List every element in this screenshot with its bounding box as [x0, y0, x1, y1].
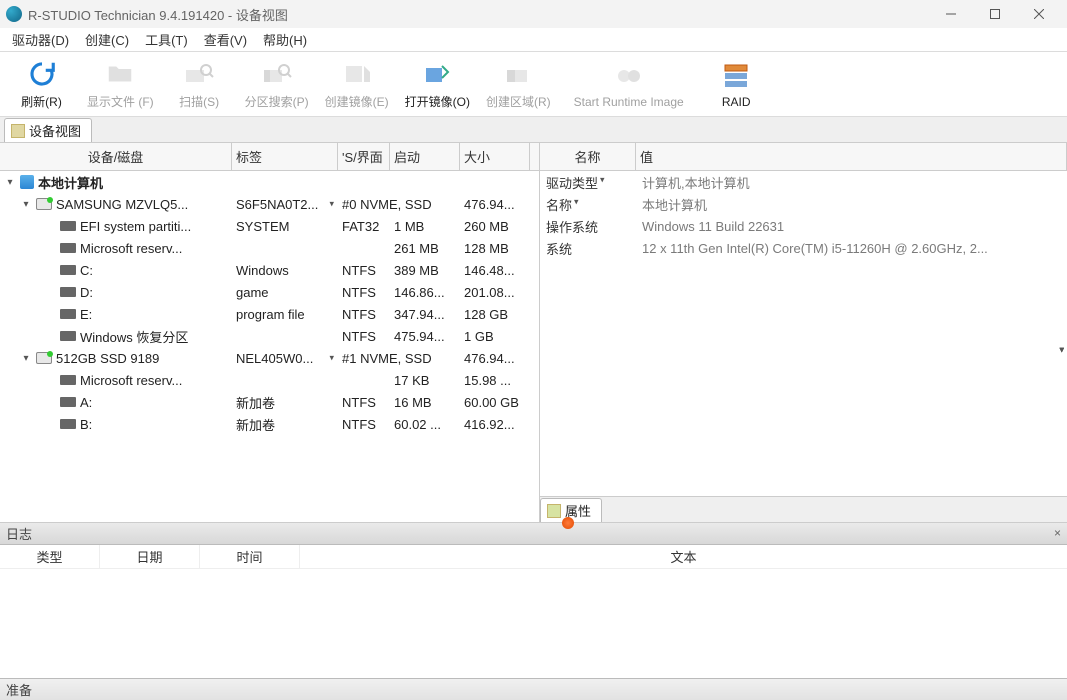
properties-panel: 名称 值 驱动类型▾ 计算机,本地计算机 名称▾ 本地计算机 操作系统 Wind… — [540, 143, 1067, 522]
tree-partition[interactable]: D:▾ game NTFS 146.86... 201.08... — [0, 281, 539, 303]
menu-create[interactable]: 创建(C) — [77, 28, 137, 51]
property-row[interactable]: 系统 12 x 11th Gen Intel(R) Core(TM) i5-11… — [540, 237, 1067, 259]
menu-view[interactable]: 查看(V) — [196, 28, 255, 51]
start-runtime-image-button[interactable]: Start Runtime Image — [559, 58, 699, 111]
volume-icon — [60, 265, 76, 275]
tree-disk[interactable]: ▾SAMSUNG MZVLQ5... S6F5NA0T2...▾ #0 NVME… — [0, 193, 539, 215]
tree-root[interactable]: ▾本地计算机 — [0, 171, 539, 193]
expand-icon[interactable]: ▾ — [4, 177, 16, 188]
tree-partition[interactable]: A:▾ 新加卷 NTFS 16 MB 60.00 GB — [0, 391, 539, 413]
log-body[interactable] — [0, 569, 1067, 673]
tree-partition[interactable]: Windows 恢复分区▾ NTFS 475.94... 1 GB — [0, 325, 539, 347]
col-prop-name[interactable]: 名称 — [540, 143, 636, 170]
tree-partition[interactable]: C:▾ Windows NTFS 389 MB 146.48... — [0, 259, 539, 281]
volume-icon — [60, 397, 76, 407]
partition-search-icon — [261, 58, 293, 90]
disk-icon — [36, 198, 52, 210]
refresh-button[interactable]: 刷新(R) — [4, 56, 79, 112]
open-image-button[interactable]: 打开镜像(O) — [397, 56, 478, 112]
scan-icon — [183, 58, 215, 90]
menu-help[interactable]: 帮助(H) — [255, 28, 315, 51]
volume-icon — [60, 287, 76, 297]
tab-device-view[interactable]: 设备视图 — [4, 118, 92, 142]
folder-icon — [104, 58, 136, 90]
show-files-button[interactable]: 显示文件 (F) — [79, 56, 162, 112]
device-grid-header: 设备/磁盘 标签 'S/界面 启动 大小 — [0, 143, 539, 171]
content-area: 设备/磁盘 标签 'S/界面 启动 大小 ▾本地计算机 ▾SAMSUNG MZV… — [0, 143, 1067, 523]
raid-button[interactable]: RAID — [699, 58, 774, 111]
close-button[interactable] — [1017, 0, 1061, 28]
tab-label: 设备视图 — [29, 121, 81, 140]
app-icon — [6, 6, 22, 22]
toolbar: 刷新(R) 显示文件 (F) 扫描(S) 分区搜索(P) 创建镜像(E) 打开镜… — [0, 52, 1067, 117]
create-region-icon — [502, 58, 534, 90]
create-image-icon — [341, 58, 373, 90]
log-title: 日志 — [6, 524, 32, 543]
computer-icon — [20, 175, 34, 189]
volume-icon — [60, 221, 76, 231]
title-bar: R-STUDIO Technician 9.4.191420 - 设备视图 — [0, 0, 1067, 28]
menu-tools[interactable]: 工具(T) — [137, 28, 196, 51]
partition-search-button[interactable]: 分区搜索(P) — [237, 56, 317, 112]
log-title-bar: 日志 × — [0, 523, 1067, 545]
status-bar: 准备 — [0, 678, 1067, 700]
log-col-text[interactable]: 文本 — [300, 545, 1067, 568]
dropdown-icon[interactable]: ▾ — [329, 353, 334, 364]
properties-tab-icon — [547, 504, 561, 518]
volume-icon — [60, 309, 76, 319]
maximize-button[interactable] — [973, 0, 1017, 28]
status-text: 准备 — [6, 680, 32, 699]
tree-partition[interactable]: Microsoft reserv...▾ 261 MB 128 MB — [0, 237, 539, 259]
col-start[interactable]: 启动 — [390, 143, 460, 170]
dropdown-icon[interactable]: ▾ — [600, 174, 605, 185]
tree-partition[interactable]: B:▾ 新加卷 NTFS 60.02 ... 416.92... — [0, 413, 539, 435]
disk-icon — [36, 352, 52, 364]
tab-strip: 设备视图 — [0, 117, 1067, 143]
refresh-icon — [26, 58, 58, 90]
tree-disk[interactable]: ▾512GB SSD 9189 NEL405W0...▾ #1 NVME, SS… — [0, 347, 539, 369]
tree-partition[interactable]: EFI system partiti...▾ SYSTEM FAT32 1 MB… — [0, 215, 539, 237]
scan-button[interactable]: 扫描(S) — [162, 56, 237, 112]
expand-icon[interactable]: ▾ — [20, 353, 32, 364]
properties-body[interactable]: 驱动类型▾ 计算机,本地计算机 名称▾ 本地计算机 操作系统 Windows 1… — [540, 171, 1067, 496]
properties-header: 名称 值 — [540, 143, 1067, 171]
menu-bar: 驱动器(D) 创建(C) 工具(T) 查看(V) 帮助(H) — [0, 28, 1067, 52]
minimize-button[interactable] — [929, 0, 973, 28]
tree-partition[interactable]: E:▾ program file NTFS 347.94... 128 GB — [0, 303, 539, 325]
runtime-icon — [613, 60, 645, 92]
device-tree[interactable]: ▾本地计算机 ▾SAMSUNG MZVLQ5... S6F5NA0T2...▾ … — [0, 171, 539, 522]
close-log-button[interactable]: × — [1054, 526, 1061, 540]
tree-partition[interactable]: Microsoft reserv...▾ 17 KB 15.98 ... — [0, 369, 539, 391]
volume-icon — [60, 331, 76, 341]
menu-drive[interactable]: 驱动器(D) — [4, 28, 77, 51]
dropdown-icon[interactable]: ▾ — [574, 196, 579, 207]
raid-icon — [720, 60, 752, 92]
property-row[interactable]: 驱动类型▾ 计算机,本地计算机 — [540, 171, 1067, 193]
log-col-type[interactable]: 类型 — [0, 545, 100, 568]
record-indicator-icon — [562, 517, 574, 529]
col-size[interactable]: 大小 — [460, 143, 530, 170]
property-row[interactable]: 操作系统 Windows 11 Build 22631 — [540, 215, 1067, 237]
volume-icon — [60, 243, 76, 253]
dropdown-icon[interactable]: ▾ — [329, 199, 334, 210]
open-image-icon — [421, 58, 453, 90]
col-iface[interactable]: 'S/界面 — [338, 143, 390, 170]
properties-tab-strip: 属性 — [540, 496, 1067, 522]
volume-icon — [60, 375, 76, 385]
property-row[interactable]: 名称▾ 本地计算机 — [540, 193, 1067, 215]
volume-icon — [60, 419, 76, 429]
log-col-date[interactable]: 日期 — [100, 545, 200, 568]
window-title: R-STUDIO Technician 9.4.191420 - 设备视图 — [28, 5, 288, 24]
log-panel: 日志 × 类型 日期 时间 文本 — [0, 523, 1067, 673]
col-device[interactable]: 设备/磁盘 — [0, 143, 232, 170]
col-prop-value[interactable]: 值 — [636, 143, 1067, 170]
log-header: 类型 日期 时间 文本 — [0, 545, 1067, 569]
device-view-tab-icon — [11, 124, 25, 138]
log-col-time[interactable]: 时间 — [200, 545, 300, 568]
device-tree-panel: 设备/磁盘 标签 'S/界面 启动 大小 ▾本地计算机 ▾SAMSUNG MZV… — [0, 143, 540, 522]
col-label[interactable]: 标签 — [232, 143, 338, 170]
expand-icon[interactable]: ▾ — [20, 199, 32, 210]
create-image-button[interactable]: 创建镜像(E) — [317, 56, 397, 112]
create-region-button[interactable]: 创建区域(R) — [478, 56, 559, 112]
